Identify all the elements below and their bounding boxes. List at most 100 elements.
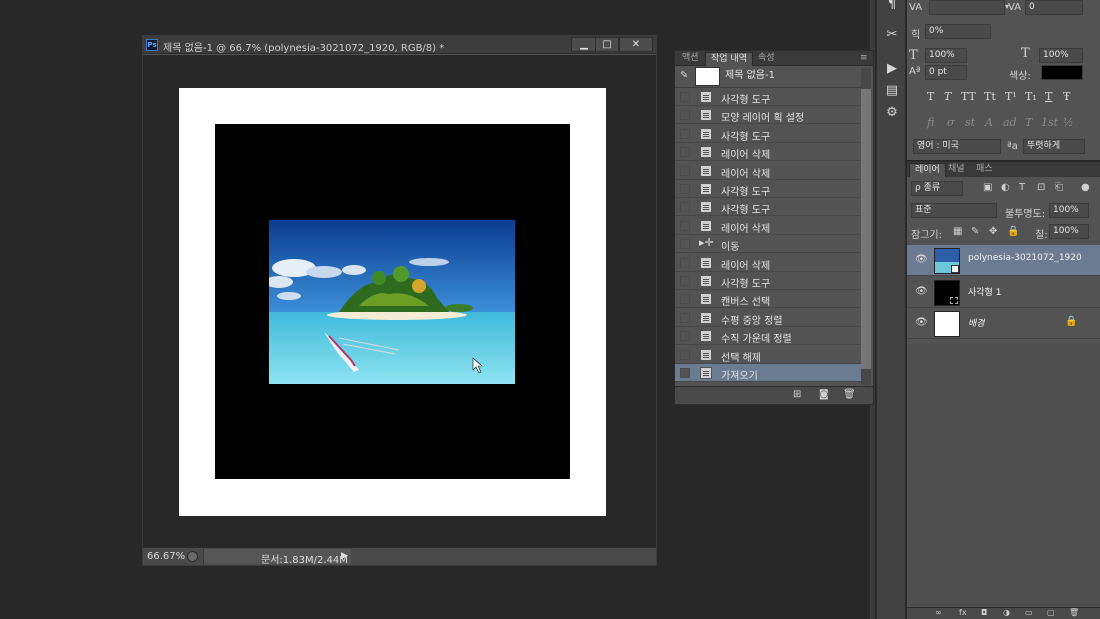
layer-filter-select[interactable]: ρ 종류: [911, 181, 963, 196]
antialias-select[interactable]: 뚜렷하게: [1023, 139, 1085, 154]
ordinals-button[interactable]: 1st: [1041, 116, 1058, 129]
clone-source-icon[interactable]: ⚙: [882, 104, 902, 122]
horizontal-scale-field[interactable]: 100%: [1039, 48, 1083, 63]
eye-icon[interactable]: 👁: [915, 286, 928, 297]
layer-row-polynesia[interactable]: 👁 polynesia-3021072_1920: [907, 245, 1100, 276]
new-layer-icon[interactable]: ▢: [1047, 608, 1055, 617]
faux-bold-button[interactable]: T: [927, 90, 934, 103]
link-icon[interactable]: ∞: [935, 608, 942, 617]
history-item[interactable]: 사각형 도구: [675, 198, 861, 217]
new-document-from-state-icon[interactable]: ⊞: [793, 389, 801, 400]
tracking-field[interactable]: 0: [1025, 0, 1083, 15]
minimize-button[interactable]: ▁: [571, 37, 597, 52]
underline-button[interactable]: T: [1045, 90, 1052, 103]
camera-snapshot-icon[interactable]: ◙: [819, 389, 829, 400]
history-source-checkbox[interactable]: [680, 257, 690, 268]
language-select[interactable]: 영어 : 미국: [913, 139, 1001, 154]
group-icon[interactable]: ▭: [1025, 608, 1033, 617]
tab-history[interactable]: 작업 내역: [705, 52, 753, 66]
play-icon[interactable]: ▶: [882, 60, 902, 78]
status-info-icon[interactable]: [187, 551, 198, 562]
status-menu-arrow-icon[interactable]: ▶: [341, 551, 348, 561]
trash-icon[interactable]: 🗑: [1069, 608, 1079, 617]
tab-properties[interactable]: 속성: [753, 52, 780, 66]
history-source-checkbox[interactable]: [680, 294, 690, 305]
filter-smart-object-icon[interactable]: ⎗: [1055, 182, 1063, 193]
history-source-checkbox[interactable]: [680, 239, 690, 250]
superscript-button[interactable]: T¹: [1005, 90, 1017, 103]
history-source-checkbox[interactable]: [680, 276, 690, 286]
history-item[interactable]: 사각형 도구: [675, 272, 861, 290]
history-source-checkbox[interactable]: [680, 312, 690, 323]
history-source-checkbox[interactable]: [680, 331, 690, 342]
filter-adjustment-icon[interactable]: ◐: [1001, 182, 1010, 193]
tab-layers[interactable]: 레이어: [909, 163, 946, 177]
blend-mode-select[interactable]: 표준: [911, 203, 997, 218]
text-color-swatch[interactable]: [1041, 65, 1083, 80]
kerning-select[interactable]: [929, 0, 1005, 15]
filter-pixel-icon[interactable]: ▣: [983, 182, 992, 193]
history-item[interactable]: 사각형 도구: [675, 125, 861, 143]
filter-toggle-icon[interactable]: ●: [1081, 182, 1090, 193]
paragraph-icon[interactable]: ¶: [882, 0, 902, 14]
history-source-checkbox[interactable]: [680, 220, 690, 231]
history-source-checkbox[interactable]: [680, 128, 690, 139]
history-source-checkbox[interactable]: [680, 165, 690, 176]
lock-transparency-icon[interactable]: ▦: [953, 226, 962, 237]
fill-field[interactable]: 100%: [1049, 224, 1089, 239]
history-source-checkbox[interactable]: [680, 349, 690, 360]
opacity-field[interactable]: 100%: [1049, 203, 1089, 218]
placed-image-polynesia[interactable]: [269, 220, 515, 384]
eye-icon[interactable]: 👁: [915, 317, 928, 328]
lock-paint-icon[interactable]: ✎: [971, 226, 979, 237]
tab-channels[interactable]: 채널: [943, 163, 970, 177]
tab-actions[interactable]: 액션: [677, 52, 704, 66]
filter-shape-icon[interactable]: ⊡: [1037, 182, 1045, 193]
history-source-checkbox[interactable]: [680, 368, 690, 378]
panel-menu-icon[interactable]: ≡: [855, 52, 873, 66]
mask-icon[interactable]: ◘: [981, 608, 987, 617]
stylistic-alternates-button[interactable]: ad: [1003, 116, 1017, 129]
history-item[interactable]: 모양 레이어 획 설정: [675, 106, 861, 125]
all-caps-button[interactable]: TT: [961, 90, 976, 103]
filter-type-icon[interactable]: T: [1019, 182, 1025, 193]
small-caps-button[interactable]: Tt: [984, 90, 996, 103]
faux-italic-button[interactable]: T: [944, 90, 951, 103]
tab-paths[interactable]: 패스: [971, 163, 998, 177]
history-scroll-thumb[interactable]: [861, 89, 871, 369]
fractions-button[interactable]: ½: [1063, 116, 1074, 129]
baseline-shift-field[interactable]: 0 pt: [925, 65, 967, 80]
restore-button[interactable]: □: [595, 37, 619, 52]
vertical-scale-field[interactable]: 100%: [925, 48, 967, 63]
history-source-checkbox[interactable]: [680, 110, 690, 121]
history-item[interactable]: 캔버스 선택: [675, 290, 861, 309]
tools-icon[interactable]: ✂: [882, 26, 902, 44]
swash-button[interactable]: A: [985, 116, 993, 129]
strikethrough-button[interactable]: Ŧ: [1063, 90, 1070, 103]
history-item[interactable]: 레이어 삭제: [675, 143, 861, 162]
trash-icon[interactable]: 🗑: [843, 389, 856, 400]
history-source-checkbox[interactable]: [680, 184, 690, 194]
history-item[interactable]: 레이어 삭제: [675, 217, 861, 235]
history-source-checkbox[interactable]: [680, 92, 690, 102]
eye-icon[interactable]: 👁: [915, 254, 928, 265]
fx-icon[interactable]: fx: [959, 608, 967, 617]
history-item[interactable]: 레이어 삭제: [675, 162, 861, 180]
history-item[interactable]: 레이어 삭제: [675, 254, 861, 272]
document-title-bar[interactable]: Ps 제목 없음-1 @ 66.7% (polynesia-3021072_19…: [143, 36, 656, 54]
zoom-level[interactable]: 66.67%: [147, 551, 185, 562]
history-item[interactable]: ▸✛ 이동: [675, 235, 861, 254]
history-source-checkbox[interactable]: [680, 202, 690, 213]
history-item[interactable]: 수직 가운데 정렬: [675, 327, 861, 346]
old-style-button[interactable]: σ: [947, 116, 955, 129]
ligature-button[interactable]: fi: [927, 116, 934, 129]
history-item[interactable]: 사각형 도구: [675, 180, 861, 198]
layer-row-background[interactable]: 👁 배경 🔒: [907, 308, 1100, 339]
history-item[interactable]: 선택 해제: [675, 346, 861, 364]
history-source-checkbox[interactable]: [680, 147, 690, 158]
layer-row-rectangle[interactable]: 👁 사각형 1: [907, 277, 1100, 308]
titling-button[interactable]: T: [1025, 116, 1032, 129]
adjustment-icon[interactable]: ◑: [1003, 608, 1010, 617]
history-item[interactable]: 가져오기: [675, 364, 861, 382]
lock-all-icon[interactable]: 🔒: [1007, 226, 1019, 237]
